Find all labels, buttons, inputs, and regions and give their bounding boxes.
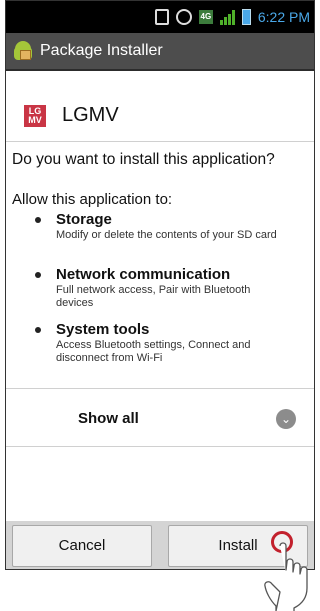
show-all-label: Show all — [78, 409, 139, 427]
status-bar: 4G 6:22 PM — [6, 1, 314, 33]
permission-title: Storage — [56, 211, 112, 228]
page-title: Package Installer — [40, 42, 163, 59]
bullet-icon — [35, 272, 41, 278]
header-divider — [6, 141, 314, 142]
permission-description: Access Bluetooth settings, Connect and d… — [56, 339, 251, 364]
permission-item: System tools Access Bluetooth settings, … — [35, 321, 286, 365]
phone-screen: 4G 6:22 PM Package Installer LG MV LGMV … — [5, 0, 315, 570]
sim-icon — [154, 9, 169, 25]
cancel-button[interactable]: Cancel — [12, 525, 152, 567]
title-bar: Package Installer — [6, 33, 314, 71]
battery-icon — [241, 9, 251, 25]
signal-icon — [219, 9, 235, 25]
app-name: LGMV — [62, 104, 119, 126]
android-package-icon — [12, 40, 34, 62]
permission-title: System tools — [56, 321, 150, 338]
status-time: 6:22 PM — [257, 9, 310, 25]
pointing-hand-icon — [264, 542, 308, 611]
show-all-top-divider — [6, 388, 314, 389]
alarm-icon — [175, 9, 192, 25]
install-question: Do you want to install this application? — [12, 151, 275, 168]
show-all-bottom-divider — [6, 446, 314, 447]
allow-heading: Allow this application to: — [12, 191, 173, 208]
permission-description: Full network access, Pair with Bluetooth… — [56, 284, 251, 309]
show-all-row[interactable]: Show all ⌄ — [6, 390, 314, 446]
permission-title: Network communication — [56, 266, 231, 283]
app-icon: LG MV — [24, 104, 46, 127]
permission-item: Network communication Full network acces… — [35, 266, 286, 310]
app-icon-text-bottom: MV — [28, 114, 42, 125]
bullet-icon — [35, 217, 41, 223]
permission-description: Modify or delete the contents of your SD… — [56, 229, 277, 241]
chevron-down-icon[interactable]: ⌄ — [276, 409, 296, 429]
4g-icon: 4G — [198, 10, 213, 24]
app-header: LG MV LGMV — [6, 93, 314, 138]
bullet-icon — [35, 327, 41, 333]
permission-item: Storage Modify or delete the contents of… — [35, 211, 286, 242]
